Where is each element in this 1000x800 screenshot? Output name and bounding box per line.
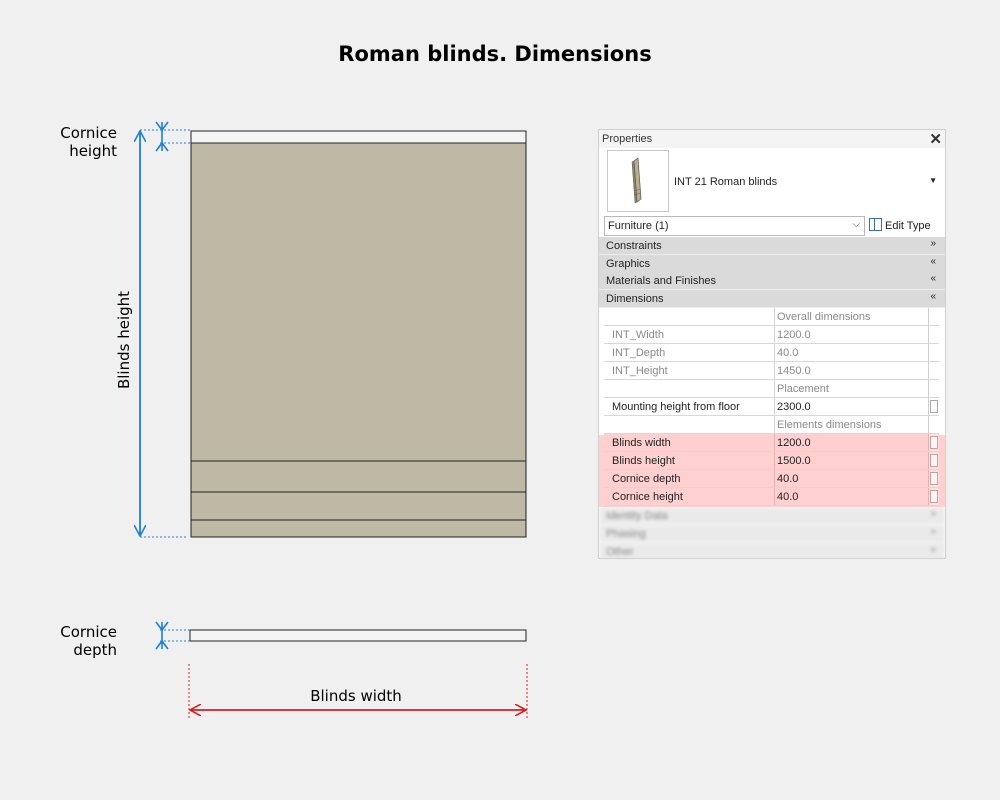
collapse-icon: « [930, 273, 936, 284]
collapse-icon: « [930, 256, 936, 267]
cornice-height-label: Cornice height [60, 124, 117, 160]
param-row-int-depth: INT_Depth 40.0 [604, 344, 939, 362]
param-row-mounting-height[interactable]: Mounting height from floor 2300.0 [604, 398, 939, 416]
expand-icon: » [930, 544, 936, 555]
group-phasing[interactable]: Phasing» [599, 525, 945, 543]
properties-title: Properties [602, 133, 653, 145]
blinds-height-label: Blinds height [115, 291, 133, 389]
expand-icon: » [930, 508, 936, 519]
param-row-blinds-width[interactable]: Blinds width 1200.0 [604, 434, 939, 452]
chevron-down-icon: ⌵ [852, 219, 860, 230]
param-row-blinds-height[interactable]: Blinds height 1500.0 [604, 452, 939, 470]
cornice-height-dimension [155, 121, 191, 152]
subheader-placement: Placement [604, 380, 939, 398]
properties-panel: Properties ✕ INT 21 Roman blinds ▼ Furni… [598, 129, 946, 559]
param-row-int-width: INT_Width 1200.0 [604, 326, 939, 344]
type-thumbnail [607, 150, 669, 212]
cornice-depth-dimension [155, 621, 190, 650]
group-identity-data[interactable]: Identity Data» [599, 507, 945, 525]
blinds-height-dimension [140, 129, 186, 538]
close-icon[interactable]: ✕ [929, 130, 942, 148]
blinds-width-label: Blinds width [310, 687, 402, 705]
group-graphics[interactable]: Graphics « [599, 255, 945, 273]
cornice-plan [189, 629, 527, 642]
cornice-depth-label: Cornice depth [60, 623, 117, 659]
filter-row: Furniture (1) ⌵ Edit Type [599, 216, 945, 236]
group-constraints[interactable]: Constraints» [599, 237, 945, 255]
dropdown-arrow-icon[interactable]: ▼ [929, 176, 937, 185]
param-row-int-height: INT_Height 1450.0 [604, 362, 939, 380]
type-selector[interactable]: INT 21 Roman blinds ▼ [599, 148, 945, 216]
blind-fabric [190, 142, 527, 538]
expand-icon: » [930, 238, 936, 249]
expand-icon: » [930, 526, 936, 537]
subheader-elements: Elements dimensions [604, 416, 939, 434]
edit-type-icon [869, 218, 882, 231]
param-row-cornice-depth[interactable]: Cornice depth 40.0 [604, 470, 939, 488]
group-dimensions[interactable]: Dimensions « [599, 290, 945, 308]
group-materials[interactable]: Materials and Finishes « [599, 272, 945, 290]
cornice-front [190, 130, 527, 144]
properties-header: Properties ✕ [599, 130, 945, 148]
type-name: INT 21 Roman blinds [674, 176, 778, 188]
category-filter-select[interactable]: Furniture (1) ⌵ [604, 216, 865, 236]
param-row-cornice-height[interactable]: Cornice height 40.0 [604, 488, 939, 506]
subheader-overall: Overall dimensions [604, 308, 939, 326]
group-other[interactable]: Other» [599, 543, 945, 558]
collapse-icon: « [930, 291, 936, 302]
edit-type-button[interactable]: Edit Type [869, 218, 931, 232]
